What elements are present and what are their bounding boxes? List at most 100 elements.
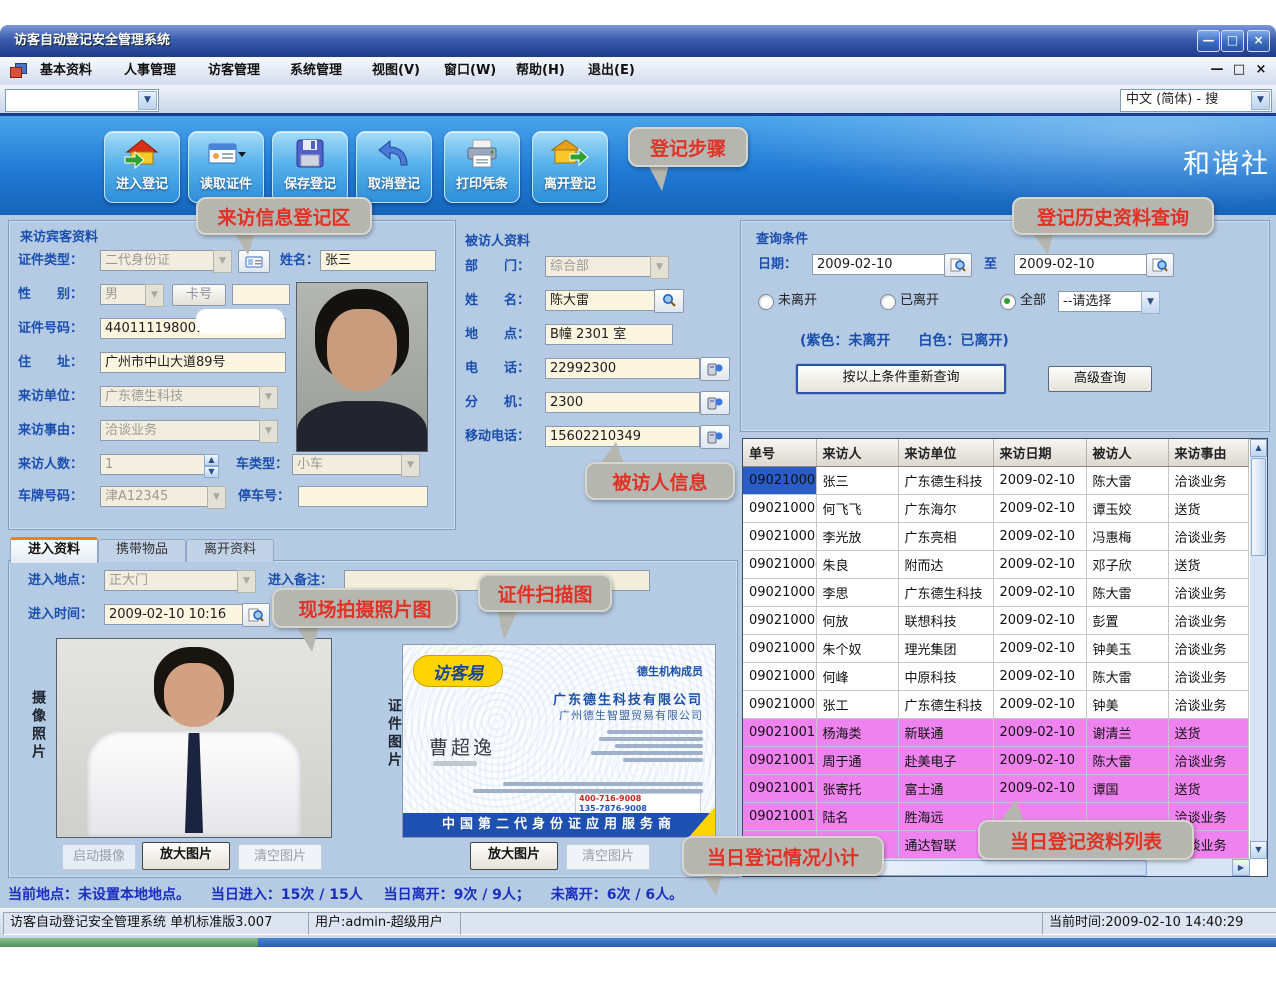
table-cell[interactable]: 广东德生科技: [898, 467, 993, 495]
table-cell[interactable]: 联想科技: [898, 607, 993, 635]
restore-button[interactable]: □: [1221, 30, 1244, 52]
table-row[interactable]: 090210007朱个奴理光集团2009-02-10钟美玉洽谈业务: [743, 635, 1248, 663]
table-cell[interactable]: 2009-02-10: [993, 551, 1086, 579]
visit-reason-combobox[interactable]: 洽谈业务: [100, 420, 264, 441]
table-cell[interactable]: 理光集团: [898, 635, 993, 663]
table-cell[interactable]: 090210007: [743, 635, 816, 663]
scroll-down-icon[interactable]: ▼: [1250, 841, 1267, 859]
table-cell[interactable]: 090210008: [743, 663, 816, 691]
table-cell[interactable]: 洽谈业务: [1168, 607, 1248, 635]
dial-phone-button[interactable]: [700, 357, 730, 381]
clear-photo-button[interactable]: 清空图片: [238, 844, 322, 870]
start-camera-button[interactable]: 启动摄像: [62, 844, 136, 870]
table-cell[interactable]: 洽谈业务: [1168, 691, 1248, 719]
entry-time-picker-button[interactable]: [242, 603, 270, 627]
table-cell[interactable]: 中原科技: [898, 663, 993, 691]
table-cell[interactable]: 090210004: [743, 551, 816, 579]
table-row[interactable]: 090210005李思广东德生科技2009-02-10陈大雷洽谈业务: [743, 579, 1248, 607]
table-cell[interactable]: 张寄托: [816, 775, 898, 803]
table-cell[interactable]: 杨海类: [816, 719, 898, 747]
table-cell[interactable]: 2009-02-10: [993, 495, 1086, 523]
table-cell[interactable]: 李思: [816, 579, 898, 607]
table-cell[interactable]: 2009-02-10: [993, 607, 1086, 635]
column-header[interactable]: 来访单位: [898, 439, 993, 467]
requery-button[interactable]: 按以上条件重新查询: [796, 364, 1006, 394]
quick-search-combobox[interactable]: ▼: [5, 89, 159, 112]
mdi-restore-button[interactable]: □: [1230, 61, 1248, 79]
table-cell[interactable]: 谭玉姣: [1086, 495, 1168, 523]
table-row[interactable]: 090210003李光放广东亮相2009-02-10冯惠梅洽谈业务: [743, 523, 1248, 551]
table-cell[interactable]: 2009-02-10: [993, 719, 1086, 747]
table-cell[interactable]: 洽谈业务: [1168, 663, 1248, 691]
menu-item-basic[interactable]: 基本资料: [38, 57, 94, 85]
date-from-input[interactable]: 2009-02-10: [812, 254, 948, 275]
table-cell[interactable]: 邓子欣: [1086, 551, 1168, 579]
table-cell[interactable]: 张工: [816, 691, 898, 719]
table-cell[interactable]: 090210005: [743, 579, 816, 607]
table-cell[interactable]: 冯惠梅: [1086, 523, 1168, 551]
column-header[interactable]: 被访人: [1086, 439, 1168, 467]
table-cell[interactable]: 洽谈业务: [1168, 467, 1248, 495]
chevron-down-icon[interactable]: ▼: [259, 386, 278, 409]
column-header[interactable]: 来访事由: [1168, 439, 1248, 467]
tab-carried-items[interactable]: 携带物品: [98, 539, 186, 562]
table-cell[interactable]: 陈大雷: [1086, 467, 1168, 495]
chevron-down-icon[interactable]: ▼: [259, 420, 278, 443]
table-cell[interactable]: 090210006: [743, 607, 816, 635]
table-cell[interactable]: 2009-02-10: [993, 663, 1086, 691]
scroll-up-icon[interactable]: ▲: [1250, 439, 1267, 457]
table-cell[interactable]: 钟美玉: [1086, 635, 1168, 663]
radio-not-left[interactable]: [758, 294, 774, 310]
parking-input[interactable]: [298, 486, 428, 507]
table-cell[interactable]: 广东海尔: [898, 495, 993, 523]
table-cell[interactable]: 朱良: [816, 551, 898, 579]
column-header[interactable]: 单号: [743, 439, 816, 467]
menu-item-system[interactable]: 系统管理: [288, 57, 344, 85]
table-cell[interactable]: 2009-02-10: [993, 635, 1086, 663]
table-cell[interactable]: 洽谈业务: [1168, 747, 1248, 775]
address-input[interactable]: 广州市中山大道89号: [100, 352, 286, 373]
table-row[interactable]: 090210001张三广东德生科技2009-02-10陈大雷洽谈业务: [743, 467, 1248, 495]
gender-combobox[interactable]: 男: [100, 284, 150, 305]
menu-item-exit[interactable]: 退出(E): [586, 57, 637, 85]
tab-leave-info[interactable]: 离开资料: [186, 539, 274, 562]
table-row[interactable]: 090210010杨海类新联通2009-02-10谢清兰送货: [743, 719, 1248, 747]
table-row[interactable]: 090210008何峰中原科技2009-02-10陈大雷洽谈业务: [743, 663, 1248, 691]
menu-item-window[interactable]: 窗口(W): [442, 57, 498, 85]
table-cell[interactable]: 090210009: [743, 691, 816, 719]
table-row[interactable]: 090210012张寄托富士通2009-02-10谭国送货: [743, 775, 1248, 803]
table-cell[interactable]: 张三: [816, 467, 898, 495]
table-cell[interactable]: 090210011: [743, 747, 816, 775]
table-row[interactable]: 090210011周于通赴美电子2009-02-10陈大雷洽谈业务: [743, 747, 1248, 775]
table-cell[interactable]: 送货: [1168, 551, 1248, 579]
dial-extension-button[interactable]: [700, 391, 730, 415]
radio-left[interactable]: [880, 294, 896, 310]
spinner-down-icon[interactable]: ▼: [204, 466, 219, 478]
table-cell[interactable]: 周于通: [816, 747, 898, 775]
table-row[interactable]: 090210004朱良附而达2009-02-10邓子欣送货: [743, 551, 1248, 579]
entry-time-input[interactable]: 2009-02-10 10:16: [104, 604, 246, 625]
table-cell[interactable]: 2009-02-10: [993, 579, 1086, 607]
table-cell[interactable]: 谭国: [1086, 775, 1168, 803]
mdi-minimize-button[interactable]: —: [1208, 61, 1226, 79]
table-cell[interactable]: 钟美: [1086, 691, 1168, 719]
table-cell[interactable]: 陈大雷: [1086, 579, 1168, 607]
leave-register-button[interactable]: 离开登记: [532, 131, 608, 203]
table-cell[interactable]: 附而达: [898, 551, 993, 579]
table-row[interactable]: 090210006何放联想科技2009-02-10彭置洽谈业务: [743, 607, 1248, 635]
entry-place-combobox[interactable]: 正大门: [104, 570, 242, 591]
table-cell[interactable]: 送货: [1168, 719, 1248, 747]
table-cell[interactable]: 090210012: [743, 775, 816, 803]
vehicle-type-combobox[interactable]: 小车: [292, 454, 406, 475]
advanced-query-button[interactable]: 高级查询: [1048, 366, 1152, 392]
people-count-input[interactable]: 1: [100, 454, 206, 475]
menu-item-help[interactable]: 帮助(H): [514, 57, 567, 85]
menu-item-hr[interactable]: 人事管理: [122, 57, 178, 85]
column-header[interactable]: 来访日期: [993, 439, 1086, 467]
table-cell[interactable]: 2009-02-10: [993, 523, 1086, 551]
enter-register-button[interactable]: 进入登记: [104, 131, 180, 203]
language-combobox[interactable]: 中文 (简体) - 搜 ▼: [1120, 89, 1272, 112]
table-cell[interactable]: 何放: [816, 607, 898, 635]
table-cell[interactable]: 2009-02-10: [993, 467, 1086, 495]
table-cell[interactable]: 2009-02-10: [993, 747, 1086, 775]
